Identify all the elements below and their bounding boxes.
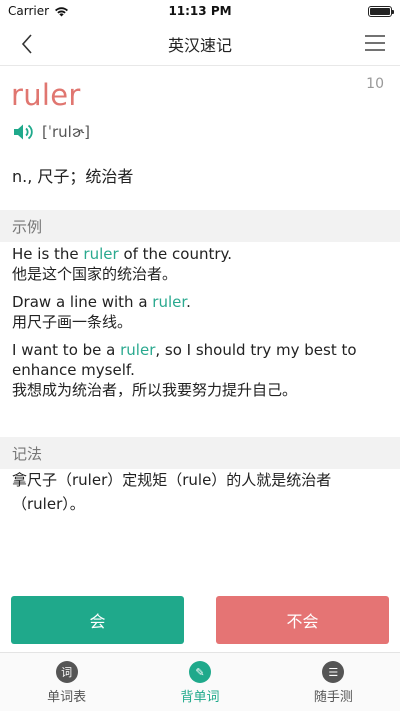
examples-header: 示例 — [0, 210, 400, 242]
example-en: I want to be a ruler, so I should try my… — [12, 340, 392, 380]
examples-title: 示例 — [12, 217, 43, 236]
example-en: Draw a line with a ruler. — [12, 292, 392, 312]
tab-label: 随手测 — [313, 690, 353, 705]
mnemonic-text: 拿尺子（ruler）定规矩（rule）的人就是统治者（ruler）。 — [12, 471, 332, 513]
know-button[interactable]: 会 — [11, 596, 184, 644]
word-list-icon: 词 — [55, 661, 78, 683]
example-zh: 他是这个国家的统治者。 — [12, 265, 178, 283]
battery-icon — [368, 5, 394, 17]
tab-label: 单词表 — [47, 690, 87, 705]
tab-bar: 词 单词表 ✎ 背单词 ☰ 随手测 — [0, 652, 400, 711]
dont-know-button[interactable]: 不会 — [216, 596, 389, 644]
menu-icon[interactable] — [364, 33, 386, 53]
example-highlight: ruler — [120, 341, 156, 359]
example-highlight: ruler — [152, 293, 187, 311]
mnemonic-title: 记法 — [12, 444, 43, 463]
tab-quick-test[interactable]: ☰ 随手测 — [267, 653, 400, 711]
word-card: 10 ruler [ˈrulɚ] n., 尺子；统治者 — [0, 66, 400, 210]
example-en-text: I want to be a — [12, 341, 121, 359]
word-text: ruler — [11, 78, 81, 112]
tab-memorize[interactable]: ✎ 背单词 — [133, 653, 266, 711]
nav-bar: 英汉速记 — [0, 22, 400, 66]
answer-buttons: 会 不会 — [11, 596, 389, 644]
word-meaning: n., 尺子；统治者 — [12, 167, 134, 186]
mnemonic-header: 记法 — [0, 437, 400, 469]
quick-test-icon: ☰ — [322, 661, 345, 683]
tab-word-list[interactable]: 词 单词表 — [0, 653, 133, 711]
example-item: I want to be a ruler, so I should try my… — [12, 340, 392, 400]
pronunciation-row: [ˈrulɚ] — [12, 122, 90, 142]
example-item: He is the ruler of the country. 他是这个国家的统… — [12, 244, 392, 284]
phonetic-text: [ˈrulɚ] — [42, 123, 90, 141]
word-count: 10 — [366, 76, 384, 92]
example-highlight: ruler — [83, 245, 119, 263]
memorize-icon: ✎ — [188, 661, 211, 683]
example-zh: 我想成为统治者，所以我要努力提升自己。 — [12, 381, 298, 399]
back-chevron-icon[interactable] — [16, 32, 40, 56]
example-en-text: He is the — [12, 245, 84, 263]
example-zh: 用尺子画一条线。 — [12, 313, 133, 331]
speaker-icon[interactable] — [12, 122, 34, 142]
tab-label: 背单词 — [180, 690, 220, 705]
page-title: 英汉速记 — [167, 35, 232, 55]
example-en-text: . — [186, 293, 191, 311]
examples-list: He is the ruler of the country. 他是这个国家的统… — [12, 244, 392, 408]
example-en-text: of the country. — [118, 245, 233, 263]
example-item: Draw a line with a ruler. 用尺子画一条线。 — [12, 292, 392, 332]
status-bar: Carrier 11:13 PM — [0, 0, 400, 22]
example-en-text: Draw a line with a — [12, 293, 153, 311]
status-time: 11:13 PM — [168, 4, 232, 18]
example-en: He is the ruler of the country. — [12, 244, 392, 264]
